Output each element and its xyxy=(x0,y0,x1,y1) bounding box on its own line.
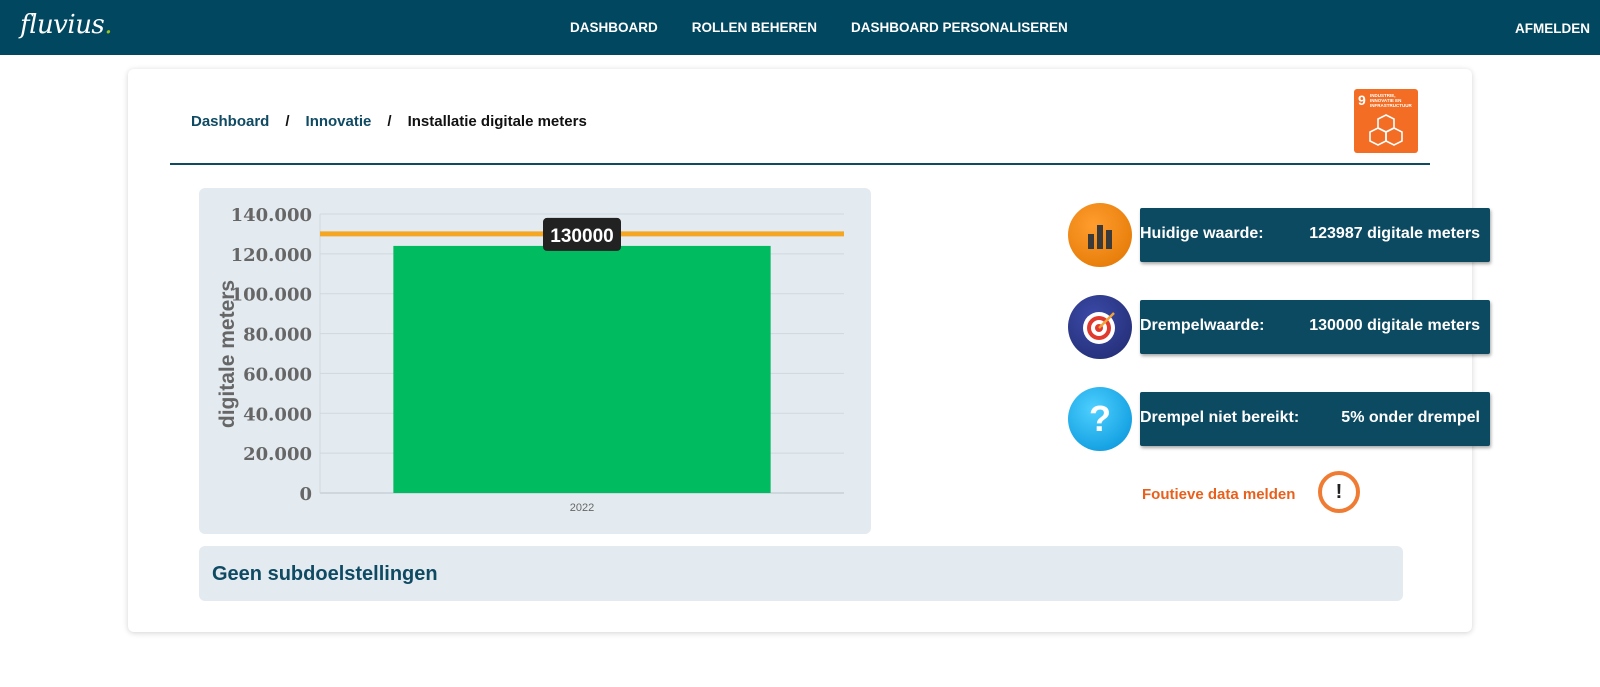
header-divider xyxy=(170,163,1430,165)
chart-panel: 0 20.000 40.000 60.000 80.000 100.000 120.000 1… xyxy=(199,188,871,534)
y-axis-label: digitale meters xyxy=(216,280,239,428)
kpi-detail-card: Dashboard / Innovatie / Installatie digi… xyxy=(128,69,1490,632)
breadcrumb-innovatie[interactable]: Innovatie xyxy=(306,113,372,130)
x-tick-label: 2022 xyxy=(570,502,594,514)
logout-button[interactable]: AFMELDEN xyxy=(1515,21,1590,36)
y-tick-label: 40.000 xyxy=(243,404,312,425)
threshold-tooltip-label: 130000 xyxy=(550,226,613,247)
y-tick-label: 80.000 xyxy=(243,325,312,346)
exclamation-icon[interactable]: ! xyxy=(1318,471,1360,513)
bar-chart: 0 20.000 40.000 60.000 80.000 100.000 120.000 1… xyxy=(216,205,844,514)
nav-dashboard[interactable]: DASHBOARD xyxy=(570,20,658,35)
subgoals-panel: Geen subdoelstellingen xyxy=(199,546,1403,601)
stat-label: Drempelwaarde: xyxy=(1140,317,1265,334)
stat-value: 123987 digitale meters xyxy=(1309,225,1480,242)
stat-label: Drempel niet bereikt: xyxy=(1140,409,1300,426)
stat-value: 5% onder drempel xyxy=(1341,409,1480,426)
stat-current-value: Huidige waarde: 123987 digitale meters xyxy=(1140,208,1490,262)
svg-text:?: ? xyxy=(1089,398,1111,439)
question-icon: ? xyxy=(1068,387,1132,451)
cubes-icon xyxy=(1369,114,1403,146)
y-tick-label: 140.000 xyxy=(231,205,312,226)
target-icon xyxy=(1068,295,1132,359)
bar-chart-icon xyxy=(1068,203,1132,267)
nav-rollen-beheren[interactable]: ROLLEN BEHEREN xyxy=(692,20,817,35)
breadcrumb: Dashboard / Innovatie / Installatie digi… xyxy=(191,113,587,130)
top-navbar: fluvius. DASHBOARD ROLLEN BEHEREN DASHBO… xyxy=(0,0,1600,55)
breadcrumb-separator: / xyxy=(285,113,290,130)
breadcrumb-dashboard[interactable]: Dashboard xyxy=(191,113,269,130)
sdg-9-badge: 9 INDUSTRIE, INNOVATIE EN INFRASTRUCTUUR xyxy=(1354,89,1418,153)
nav-dashboard-personaliseren[interactable]: DASHBOARD PERSONALISEREN xyxy=(851,20,1068,35)
y-tick-label: 0 xyxy=(299,484,312,505)
breadcrumb-current: Installatie digitale meters xyxy=(407,113,587,130)
bar-2022 xyxy=(393,245,771,493)
y-tick-label: 20.000 xyxy=(243,444,312,465)
breadcrumb-separator: / xyxy=(387,113,392,130)
y-tick-label: 60.000 xyxy=(243,364,312,385)
stat-threshold-status: Drempel niet bereikt: 5% onder drempel xyxy=(1140,392,1490,446)
subgoals-title: Geen subdoelstellingen xyxy=(212,563,438,585)
report-faulty-data-link[interactable]: Foutieve data melden xyxy=(1142,486,1295,503)
y-tick-label: 120.000 xyxy=(231,245,312,266)
y-tick-label: 100.000 xyxy=(231,285,312,306)
stat-value: 130000 digitale meters xyxy=(1309,317,1480,334)
main-nav: DASHBOARD ROLLEN BEHEREN DASHBOARD PERSO… xyxy=(570,0,1068,55)
fluvius-logo[interactable]: fluvius. xyxy=(20,10,113,40)
stat-label: Huidige waarde: xyxy=(1140,225,1264,242)
stat-threshold: Drempelwaarde: 130000 digitale meters xyxy=(1140,300,1490,354)
